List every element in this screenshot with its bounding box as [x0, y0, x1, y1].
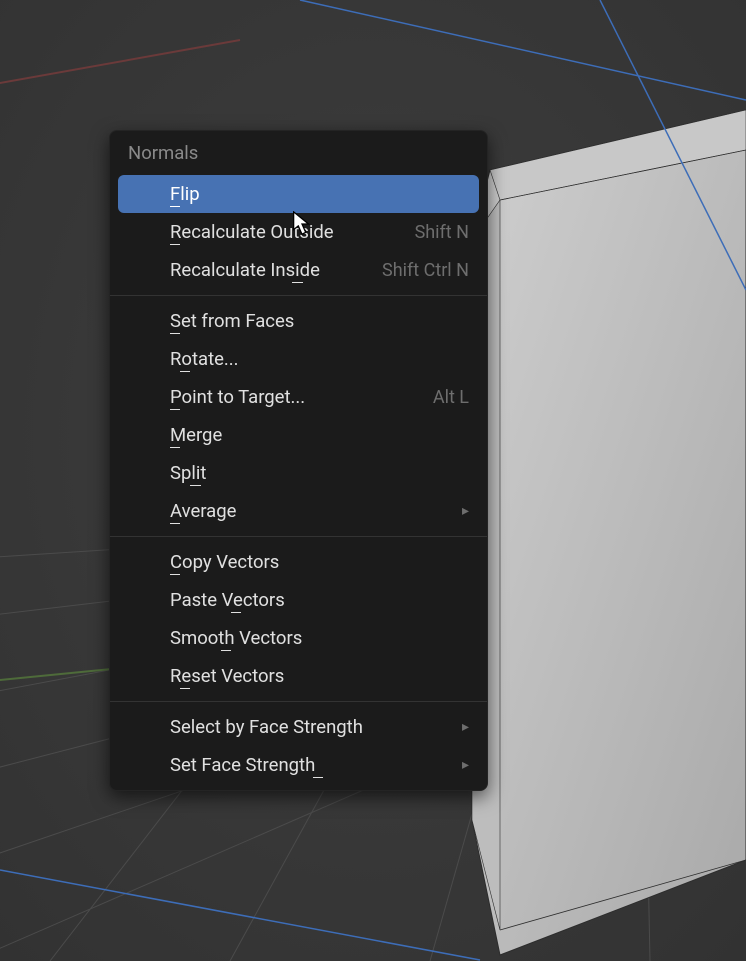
menu-item-shortcut: Shift Ctrl N: [382, 260, 469, 281]
viewport-3d[interactable]: Normals FlipRecalculate OutsideShift NRe…: [0, 0, 746, 961]
menu-item-paste-vectors[interactable]: Paste Vectors: [110, 581, 487, 619]
menu-separator: [110, 536, 487, 537]
menu-item-label: Rotate...: [170, 348, 239, 370]
menu-item-label: Select by Face Strength: [170, 716, 363, 738]
menu-item-label: Recalculate Inside: [170, 259, 320, 281]
menu-item-label: Point to Target...: [170, 386, 305, 408]
menu-item-shortcut: Shift N: [415, 222, 469, 243]
submenu-arrow-icon: ▸: [462, 757, 469, 773]
menu-item-label: Smooth Vectors: [170, 627, 302, 649]
menu-item-set-from-faces[interactable]: Set from Faces: [110, 302, 487, 340]
menu-item-shortcut: Alt L: [433, 387, 469, 408]
menu-separator: [110, 701, 487, 702]
menu-item-rotate[interactable]: Rotate...: [110, 340, 487, 378]
submenu-arrow-icon: ▸: [462, 719, 469, 735]
normals-context-menu[interactable]: Normals FlipRecalculate OutsideShift NRe…: [109, 130, 488, 791]
menu-item-label: Merge: [170, 424, 222, 446]
menu-item-reset-vectors[interactable]: Reset Vectors: [110, 657, 487, 695]
mesh-object: [472, 110, 746, 955]
submenu-arrow-icon: ▸: [462, 503, 469, 519]
menu-item-flip[interactable]: Flip: [118, 175, 479, 213]
menu-item-point-to-target[interactable]: Point to Target... Alt L: [110, 378, 487, 416]
menu-item-smooth-vectors[interactable]: Smooth Vectors: [110, 619, 487, 657]
menu-item-label: Set Face Strength: [170, 754, 315, 776]
menu-item-label: Paste Vectors: [170, 589, 285, 611]
menu-item-recalculate-inside[interactable]: Recalculate Inside Shift Ctrl N: [110, 251, 487, 289]
menu-item-select-by-face-strength[interactable]: Select by Face Strength ▸: [110, 708, 487, 746]
menu-item-label: Split: [170, 462, 206, 484]
menu-separator: [110, 295, 487, 296]
menu-item-label: Copy Vectors: [170, 551, 279, 573]
menu-item-set-face-strength[interactable]: Set Face Strength ▸: [110, 746, 487, 784]
menu-item-label: Reset Vectors: [170, 665, 284, 687]
menu-item-label: Recalculate Outside: [170, 221, 334, 243]
menu-item-average[interactable]: Average ▸: [110, 492, 487, 530]
menu-item-label: Flip: [170, 183, 200, 205]
menu-item-recalculate-outside[interactable]: Recalculate Outside Shift N: [110, 213, 487, 251]
menu-title: Normals: [110, 131, 487, 175]
menu-item-split[interactable]: Split: [110, 454, 487, 492]
menu-item-label: Average: [170, 500, 236, 522]
menu-item-copy-vectors[interactable]: Copy Vectors: [110, 543, 487, 581]
menu-item-label: Set from Faces: [170, 310, 294, 332]
menu-item-merge[interactable]: Merge: [110, 416, 487, 454]
